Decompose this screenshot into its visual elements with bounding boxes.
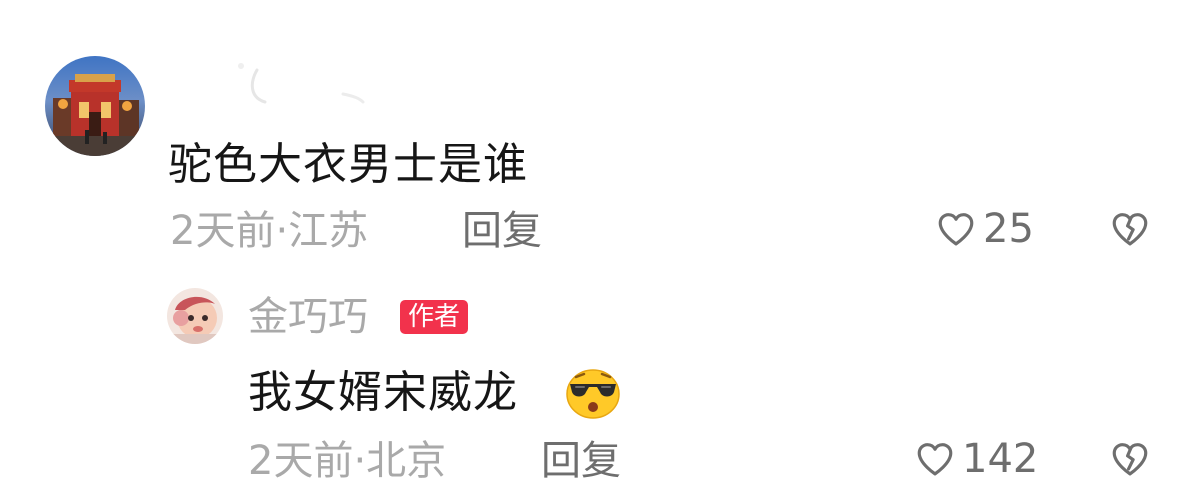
author-badge: 作者 [400,300,469,334]
reply-to-reply-button[interactable]: 回复 [541,441,621,481]
broken-heart-icon [1112,443,1148,476]
dislike-button[interactable] [1108,208,1152,254]
broken-heart-icon [1112,213,1148,246]
comment-meta: 2天前·江苏 [170,211,368,251]
heart-outline-icon [917,443,953,476]
like-count: 25 [983,206,1034,252]
reply-like-button[interactable]: 142 [914,438,1038,480]
blurred-username [235,60,375,106]
reply-dislike-button[interactable] [1108,438,1152,484]
comment-location: 江苏 [288,208,369,254]
reply-meta: 2天前·北京 [248,441,446,481]
comment-time: 2天前 [170,208,276,254]
sunglasses-face-emoji [564,366,622,424]
reply-time: 2天前 [248,438,354,484]
heart-outline-icon [938,213,974,246]
comment-thread: 驼色大衣男士是谁 2天前·江苏 回复 25 金巧巧 作者 我女婿宋威龙 2天前·… [0,0,1200,501]
like-button[interactable]: 25 [935,208,1034,250]
comment-text: 驼色大衣男士是谁 [168,139,528,190]
reply-like-count: 142 [962,436,1039,482]
commenter-avatar[interactable] [45,56,145,156]
reply-avatar[interactable] [167,288,223,344]
meta-separator: · [353,438,367,484]
meta-separator: · [275,208,289,254]
reply-text: 我女婿宋威龙 [248,367,518,418]
reply-button[interactable]: 回复 [462,211,542,251]
reply-location: 北京 [366,438,447,484]
reply-username[interactable]: 金巧巧 [248,297,368,337]
